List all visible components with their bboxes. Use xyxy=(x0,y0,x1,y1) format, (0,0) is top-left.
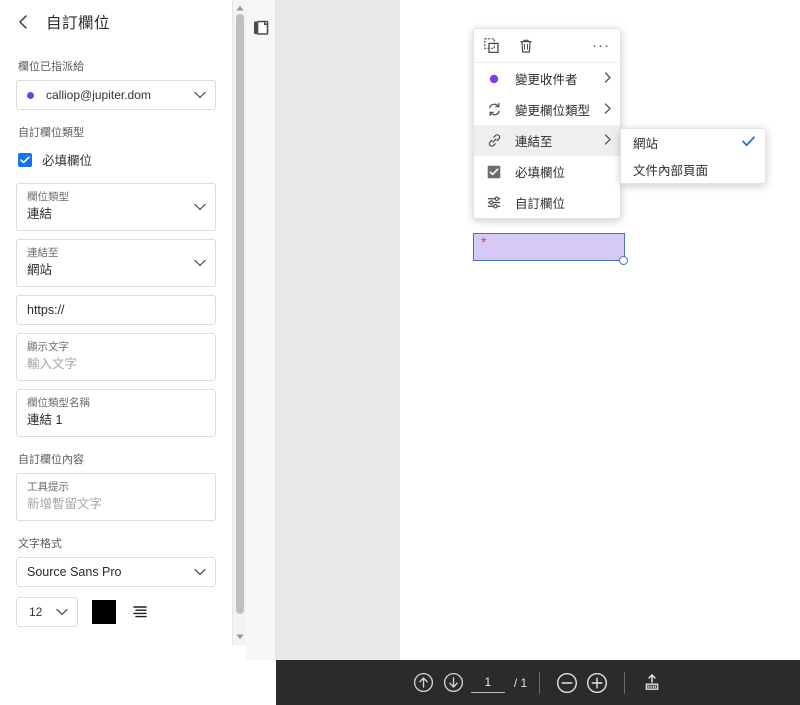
panel-scrollbar[interactable] xyxy=(232,0,246,645)
menu-item-label: 變更收件者 xyxy=(515,73,578,87)
font-size-value: 12 xyxy=(29,605,43,619)
arrow-down-circle-icon[interactable] xyxy=(439,668,469,698)
assignee-select[interactable]: calliop@jupiter.dom xyxy=(16,80,216,110)
page-title: 自訂欄位 xyxy=(46,15,111,32)
scrollbar-thumb[interactable] xyxy=(236,14,244,614)
viewer-bottom-toolbar: / 1 xyxy=(276,660,800,705)
assignee-value: calliop@jupiter.dom xyxy=(46,88,151,102)
link-to-value: 網站 xyxy=(27,263,53,277)
font-family-select[interactable]: Source Sans Pro xyxy=(16,557,216,587)
scroll-up-arrow-icon[interactable] xyxy=(233,2,247,14)
chevron-right-icon xyxy=(604,70,612,88)
chevron-down-icon xyxy=(56,603,68,621)
menu-item-label: 變更欄位類型 xyxy=(515,104,591,118)
text-format-label: 文字格式 xyxy=(18,538,62,550)
url-placeholder: https:// xyxy=(27,303,65,317)
tooltip-placeholder: 新增暫留文字 xyxy=(27,497,103,511)
display-text-input[interactable]: 顯示文字 輸入文字 xyxy=(16,333,216,381)
chevron-right-icon xyxy=(604,132,612,150)
custom-field-panel: 自訂欄位 欄位已指派給 calliop@jupiter.dom 自訂欄位類型 必… xyxy=(0,0,232,705)
field-name-value: 連結 1 xyxy=(27,413,63,427)
chevron-down-icon xyxy=(194,563,206,581)
assigned-to-label: 欄位已指派給 xyxy=(18,61,84,73)
font-color-swatch[interactable] xyxy=(92,600,116,624)
panel-body: 欄位已指派給 calliop@jupiter.dom 自訂欄位類型 必填欄位 欄… xyxy=(0,58,232,627)
submenu-item-internal-page[interactable]: 文件內部頁面 xyxy=(621,156,765,183)
context-menu-toolbar: ··· xyxy=(474,29,620,63)
menu-item-custom-field[interactable]: 自訂欄位 xyxy=(474,187,620,218)
document-gutter xyxy=(276,0,400,660)
checkbox-checked-icon xyxy=(18,152,32,167)
arrow-up-circle-icon[interactable] xyxy=(409,668,439,698)
required-field-label: 必填欄位 xyxy=(42,154,93,168)
text-align-icon[interactable] xyxy=(130,602,150,622)
tooltip-input[interactable]: 工具提示 新增暫留文字 xyxy=(16,473,216,521)
custom-field-type-label: 自訂欄位類型 xyxy=(18,127,84,139)
required-field-checkbox[interactable]: 必填欄位 xyxy=(18,150,216,169)
submenu-item-label: 文件內部頁面 xyxy=(633,164,709,178)
required-marker: * xyxy=(481,234,487,250)
link-to-select[interactable]: 連結至 網站 xyxy=(16,239,216,287)
more-options-icon[interactable]: ··· xyxy=(592,38,610,53)
field-type-label: 欄位類型 xyxy=(27,191,69,203)
delete-icon[interactable] xyxy=(518,38,534,54)
page-number-input[interactable] xyxy=(470,672,505,693)
minus-circle-icon[interactable] xyxy=(552,668,582,698)
link-icon xyxy=(486,133,502,148)
custom-field-content-label: 自訂欄位內容 xyxy=(18,454,84,466)
submenu-item-website[interactable]: 網站 xyxy=(621,129,765,156)
display-text-placeholder: 輸入文字 xyxy=(27,357,78,371)
chevron-right-icon xyxy=(604,101,612,119)
field-context-menu: ··· 變更收件者 變更欄位類型 連結至 必填欄位 自訂欄位 xyxy=(473,28,621,219)
menu-item-change-field-type[interactable]: 變更欄位類型 xyxy=(474,94,620,125)
field-type-value: 連結 xyxy=(27,207,53,221)
menu-item-label: 自訂欄位 xyxy=(515,197,566,211)
document-form-field[interactable]: * xyxy=(473,233,628,265)
sliders-icon xyxy=(486,195,502,210)
pages-thumbnail-icon[interactable] xyxy=(253,19,271,37)
fit-page-icon[interactable] xyxy=(637,668,667,698)
duplicate-icon[interactable] xyxy=(484,37,500,54)
plus-circle-icon[interactable] xyxy=(582,668,612,698)
chevron-down-icon xyxy=(194,254,206,272)
resize-handle[interactable] xyxy=(619,256,628,265)
chevron-down-icon xyxy=(194,86,206,104)
scroll-down-arrow-icon[interactable] xyxy=(233,631,247,643)
panel-header: 自訂欄位 xyxy=(0,0,232,44)
font-size-select[interactable]: 12 xyxy=(16,597,78,627)
field-name-input[interactable]: 欄位類型名稱 連結 1 xyxy=(16,389,216,437)
menu-item-label: 連結至 xyxy=(515,135,553,149)
page-thumbnail-strip xyxy=(246,0,276,660)
text-format-row: 12 xyxy=(16,597,216,627)
recipient-dot-icon xyxy=(486,74,502,84)
swap-field-type-icon xyxy=(486,102,502,117)
url-input[interactable]: https:// xyxy=(16,295,216,325)
menu-item-change-recipient[interactable]: 變更收件者 xyxy=(474,63,620,94)
chevron-left-icon[interactable] xyxy=(14,13,32,31)
menu-item-link-to[interactable]: 連結至 xyxy=(474,125,620,156)
link-to-label: 連結至 xyxy=(27,247,59,259)
field-name-label: 欄位類型名稱 xyxy=(27,397,90,409)
check-icon xyxy=(742,134,755,152)
display-text-label: 顯示文字 xyxy=(27,341,69,353)
menu-item-required-field[interactable]: 必填欄位 xyxy=(474,156,620,187)
recipient-dot-icon xyxy=(27,91,34,99)
toolbar-divider xyxy=(539,671,541,694)
app-root: 自訂欄位 欄位已指派給 calliop@jupiter.dom 自訂欄位類型 必… xyxy=(0,0,800,705)
tooltip-label: 工具提示 xyxy=(27,481,69,493)
chevron-down-icon xyxy=(194,198,206,216)
toolbar-divider xyxy=(624,671,626,694)
submenu-item-label: 網站 xyxy=(633,137,659,151)
checkbox-checked-icon xyxy=(486,165,502,179)
field-type-select[interactable]: 欄位類型 連結 xyxy=(16,183,216,231)
menu-item-label: 必填欄位 xyxy=(515,166,566,180)
page-total-label: / 1 xyxy=(513,675,528,690)
font-family-value: Source Sans Pro xyxy=(27,565,122,579)
link-to-submenu: 網站 文件內部頁面 xyxy=(620,128,766,184)
